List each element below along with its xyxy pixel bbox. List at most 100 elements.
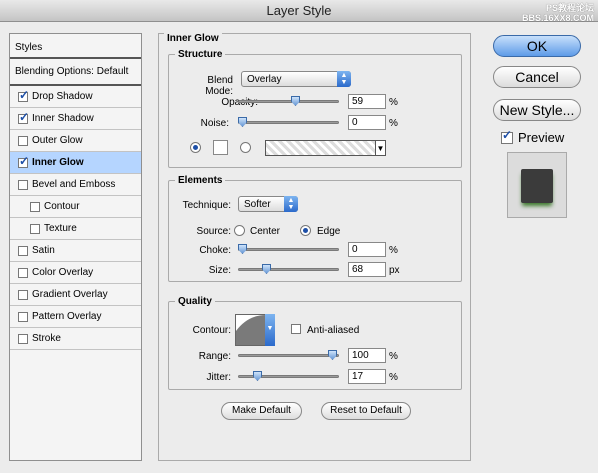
make-default-button[interactable]: Make Default — [221, 402, 302, 420]
watermark-line-1: PS教程论坛 — [545, 3, 594, 13]
inner-glow-checkbox[interactable] — [18, 154, 29, 168]
source-edge-label[interactable]: Edge — [317, 226, 340, 237]
opacity-unit: % — [389, 97, 398, 108]
size-input[interactable]: 68 — [348, 262, 386, 277]
inner-glow-panel: Inner Glow Structure Blend Mode: Overlay… — [158, 33, 471, 461]
color-overlay-checkbox[interactable] — [18, 267, 28, 278]
range-unit: % — [389, 351, 398, 362]
reset-default-button[interactable]: Reset to Default — [321, 402, 411, 420]
bevel-emboss-checkbox[interactable] — [18, 179, 28, 190]
choke-input[interactable]: 0 — [348, 242, 386, 257]
updown-arrows-icon: ▲ ▼ — [284, 196, 298, 212]
style-item-color-overlay[interactable]: Color Overlay — [10, 262, 141, 284]
style-item-gradient-overlay[interactable]: Gradient Overlay — [10, 284, 141, 306]
outer-glow-checkbox[interactable] — [18, 135, 28, 146]
blending-options-item[interactable]: Blending Options: Default — [10, 59, 141, 86]
stroke-checkbox[interactable] — [18, 333, 28, 344]
watermark-line-2: BBS.16XX8.COM — [521, 13, 594, 23]
style-item-label: Inner Shadow — [32, 113, 94, 124]
style-item-label: Bevel and Emboss — [32, 179, 116, 190]
gradient-overlay-checkbox[interactable] — [18, 289, 28, 300]
noise-slider[interactable] — [238, 117, 339, 127]
preview-label[interactable]: Preview — [518, 130, 564, 145]
texture-checkbox[interactable] — [30, 223, 40, 234]
style-item-label: Inner Glow — [32, 157, 84, 168]
style-item-texture[interactable]: Texture — [10, 218, 141, 240]
style-item-outer-glow[interactable]: Outer Glow — [10, 130, 141, 152]
size-slider[interactable] — [238, 264, 339, 274]
choke-slider[interactable] — [238, 244, 339, 254]
range-slider[interactable] — [238, 350, 339, 360]
style-item-label: Stroke — [32, 333, 61, 344]
blend-mode-select[interactable]: Overlay ▲ ▼ — [241, 71, 351, 87]
dropdown-triangle-icon[interactable]: ▼ — [265, 314, 275, 346]
quality-title: Quality — [175, 296, 215, 307]
anti-aliased-checkbox[interactable] — [291, 324, 301, 334]
opacity-slider[interactable] — [238, 96, 339, 106]
source-center-label[interactable]: Center — [250, 226, 280, 237]
style-item-label: Contour — [44, 201, 80, 212]
source-label: Source: — [196, 226, 231, 237]
technique-label: Technique: — [182, 200, 231, 211]
jitter-slider[interactable] — [238, 371, 339, 381]
preview-swatch — [521, 169, 553, 203]
style-item-contour[interactable]: Contour — [10, 196, 141, 218]
technique-value: Softer — [244, 199, 271, 210]
elements-title: Elements — [175, 175, 226, 186]
range-label: Range: — [198, 351, 231, 362]
contour-curve-icon — [236, 315, 266, 345]
style-item-label: Drop Shadow — [32, 91, 93, 102]
size-unit: px — [389, 265, 400, 276]
style-item-label: Satin — [32, 245, 55, 256]
jitter-label: Jitter: — [206, 372, 231, 383]
glow-color-swatch[interactable] — [213, 140, 228, 155]
inner-shadow-checkbox[interactable] — [18, 110, 29, 124]
jitter-unit: % — [389, 372, 398, 383]
styles-header[interactable]: Styles — [10, 34, 141, 59]
dropdown-triangle-icon[interactable]: ▼ — [375, 140, 386, 156]
style-item-satin[interactable]: Satin — [10, 240, 141, 262]
technique-select[interactable]: Softer ▲ ▼ — [238, 196, 298, 212]
style-item-stroke[interactable]: Stroke — [10, 328, 141, 350]
source-center-radio[interactable] — [234, 225, 245, 236]
style-item-label: Gradient Overlay — [32, 289, 108, 300]
style-item-label: Pattern Overlay — [32, 311, 102, 322]
choke-label: Choke: — [199, 245, 231, 256]
style-item-inner-shadow[interactable]: Inner Shadow — [10, 108, 141, 130]
style-item-pattern-overlay[interactable]: Pattern Overlay — [10, 306, 141, 328]
structure-title: Structure — [175, 49, 226, 60]
contour-picker[interactable]: ▼ — [235, 314, 275, 346]
style-item-label: Texture — [44, 223, 77, 234]
style-preview-thumbnail — [507, 152, 567, 218]
style-item-drop-shadow[interactable]: Drop Shadow — [10, 86, 141, 108]
pattern-overlay-checkbox[interactable] — [18, 311, 28, 322]
ok-button[interactable]: OK — [493, 35, 581, 57]
new-style-button[interactable]: New Style... — [493, 99, 581, 121]
cancel-button[interactable]: Cancel — [493, 66, 581, 88]
contour-label: Contour: — [192, 325, 231, 336]
preview-checkbox[interactable] — [501, 128, 513, 144]
inner-glow-title: Inner Glow — [164, 33, 222, 44]
range-input[interactable]: 100 — [348, 348, 386, 363]
contour-checkbox[interactable] — [30, 201, 40, 212]
jitter-input[interactable]: 17 — [348, 369, 386, 384]
updown-arrows-icon: ▲ ▼ — [337, 71, 351, 87]
styles-list-panel: Styles Blending Options: Default Drop Sh… — [9, 33, 142, 461]
style-item-inner-glow[interactable]: Inner Glow — [10, 152, 141, 174]
satin-checkbox[interactable] — [18, 245, 28, 256]
choke-unit: % — [389, 245, 398, 256]
watermark: PS教程论坛 BBS.16XX8.COM — [522, 3, 594, 23]
style-item-label: Outer Glow — [32, 135, 83, 146]
style-item-bevel-emboss[interactable]: Bevel and Emboss — [10, 174, 141, 196]
style-item-label: Color Overlay — [32, 267, 94, 278]
drop-shadow-checkbox[interactable] — [18, 88, 29, 102]
opacity-input[interactable]: 59 — [348, 94, 386, 109]
source-edge-radio[interactable] — [300, 225, 311, 236]
noise-input[interactable]: 0 — [348, 115, 386, 130]
gradient-picker[interactable]: ▼ — [265, 140, 386, 156]
blend-mode-value: Overlay — [247, 74, 282, 85]
blend-mode-label: Blend Mode: — [205, 75, 233, 97]
anti-aliased-label[interactable]: Anti-aliased — [307, 325, 359, 336]
solid-color-radio[interactable] — [190, 142, 201, 153]
gradient-radio[interactable] — [240, 142, 251, 153]
